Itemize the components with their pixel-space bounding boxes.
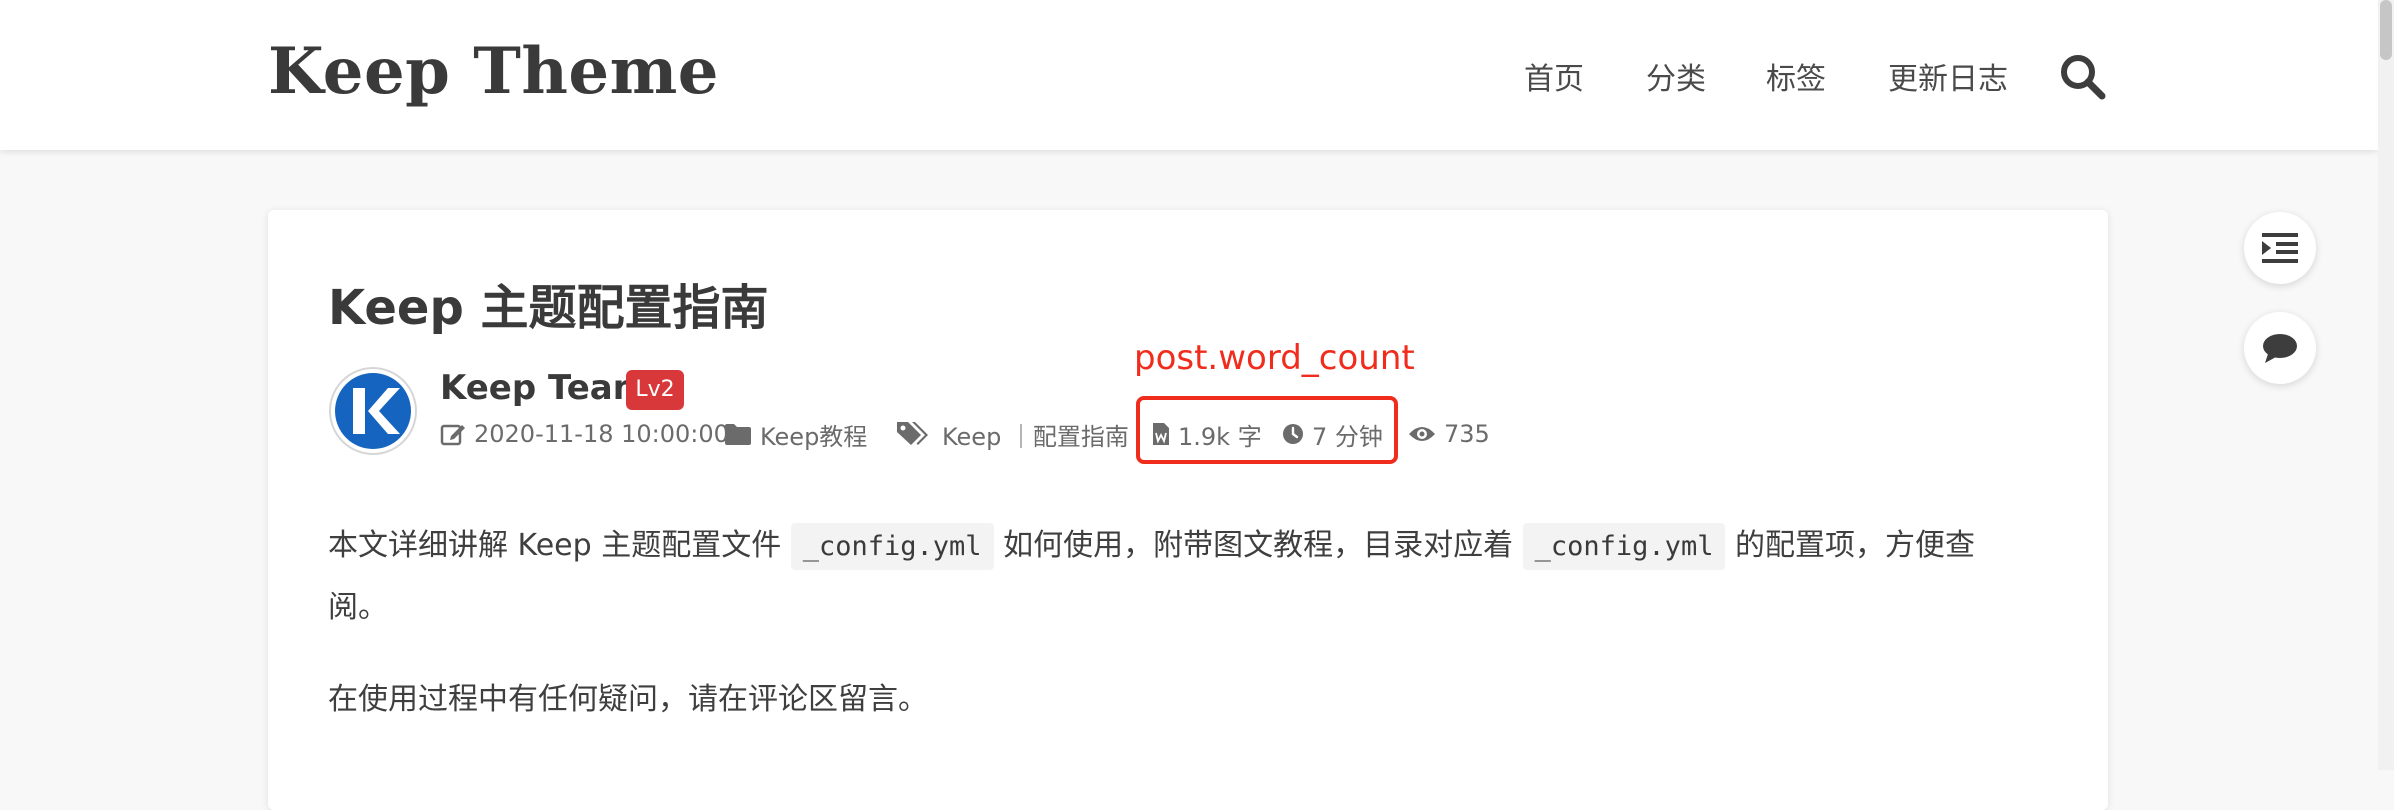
p1-text-b: 如何使用，附带图文教程，目录对应着 — [993, 528, 1523, 563]
search-icon[interactable] — [2058, 52, 2106, 100]
author-level-badge: Lv2 — [626, 370, 684, 410]
nav-item-home[interactable]: 首页 — [1524, 54, 1584, 98]
annotation-label: post.word_count — [1134, 338, 1415, 378]
comment-icon — [2263, 334, 2297, 363]
annotation-highlight-box — [1136, 396, 1398, 464]
content-paragraph-1-continued: 阅。 — [328, 590, 388, 625]
author-avatar[interactable] — [328, 366, 418, 456]
eye-icon — [1409, 427, 1435, 441]
author-name[interactable]: Keep Team — [440, 368, 648, 408]
toc-indent-icon — [2262, 233, 2298, 263]
post-category[interactable]: Keep教程 — [724, 417, 867, 452]
folder-icon — [725, 424, 751, 445]
p1-text-a: 本文详细讲解 Keep 主题配置文件 — [328, 528, 791, 563]
nav-item-changelog[interactable]: 更新日志 — [1888, 54, 2008, 98]
p1-text-c: 的配置项，方便查 — [1725, 528, 1975, 563]
post-tags[interactable]: Keep ｜配置指南 — [896, 417, 1129, 452]
post-category-text[interactable]: Keep教程 — [760, 417, 867, 452]
tags-icon — [897, 422, 928, 445]
post-date: 2020-11-18 10:00:00 — [440, 418, 729, 450]
page-scrollbar[interactable] — [2378, 0, 2394, 770]
nav-item-categories[interactable]: 分类 — [1646, 54, 1706, 98]
content-paragraph-1: 本文详细讲解 Keep 主题配置文件 _config.yml 如何使用，附带图文… — [328, 520, 1975, 570]
toc-toggle-button[interactable] — [2244, 212, 2316, 284]
comment-button[interactable] — [2244, 312, 2316, 384]
post-tags-text[interactable]: Keep ｜配置指南 — [942, 417, 1129, 452]
scrollbar-thumb[interactable] — [2380, 0, 2392, 60]
inline-code-config: _config.yml — [1522, 523, 1726, 570]
inline-code-config: _config.yml — [790, 523, 994, 570]
edit-icon — [440, 424, 465, 446]
post-date-text: 2020-11-18 10:00:00 — [474, 420, 729, 448]
post-views: 735 — [1408, 418, 1490, 450]
site-header: Keep Theme 首页 分类 标签 更新日志 — [0, 0, 2378, 150]
main-nav: 首页 分类 标签 更新日志 — [0, 0, 2378, 150]
content-paragraph-2: 在使用过程中有任何疑问，请在评论区留言。 — [328, 682, 928, 717]
post-views-text: 735 — [1444, 420, 1490, 448]
post-title: Keep 主题配置指南 — [328, 280, 769, 336]
nav-item-tags[interactable]: 标签 — [1766, 54, 1826, 98]
